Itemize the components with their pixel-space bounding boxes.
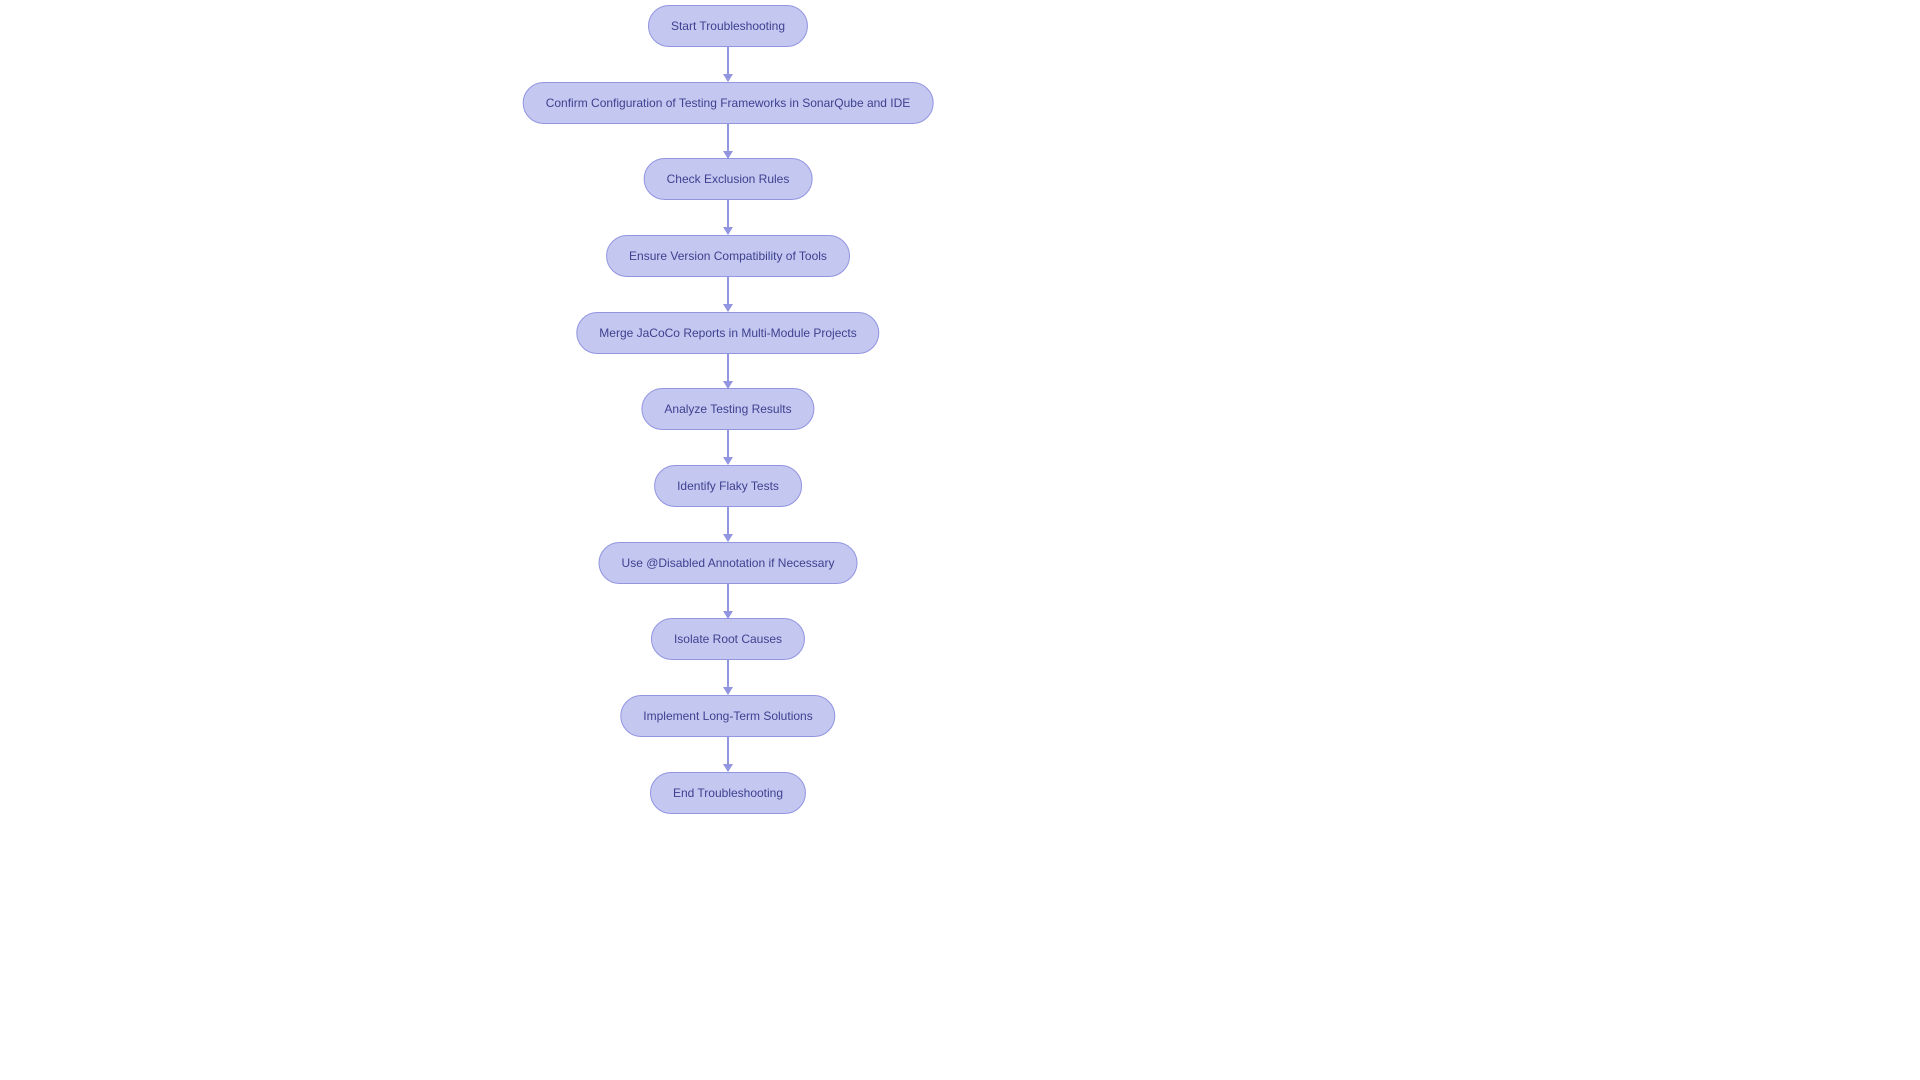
node-label: Ensure Version Compatibility of Tools — [629, 249, 827, 263]
node-label: Use @Disabled Annotation if Necessary — [622, 556, 835, 570]
flowchart-canvas: Start Troubleshooting Confirm Configurat… — [0, 0, 1920, 1080]
node-label: End Troubleshooting — [673, 786, 783, 800]
node-identify-flaky: Identify Flaky Tests — [654, 465, 802, 507]
node-version-compat: Ensure Version Compatibility of Tools — [606, 235, 850, 277]
node-label: Analyze Testing Results — [664, 402, 791, 416]
arrow — [727, 354, 729, 388]
arrow — [727, 47, 729, 81]
node-label: Identify Flaky Tests — [677, 479, 779, 493]
node-analyze-results: Analyze Testing Results — [641, 388, 814, 430]
arrow — [727, 737, 729, 771]
node-disabled-annotation: Use @Disabled Annotation if Necessary — [599, 542, 858, 584]
arrow — [727, 430, 729, 464]
node-label: Confirm Configuration of Testing Framewo… — [546, 96, 911, 110]
node-label: Start Troubleshooting — [671, 19, 785, 33]
node-confirm-config: Confirm Configuration of Testing Framewo… — [523, 82, 934, 124]
arrow — [727, 277, 729, 311]
node-label: Check Exclusion Rules — [667, 172, 790, 186]
node-merge-jacoco: Merge JaCoCo Reports in Multi-Module Pro… — [576, 312, 879, 354]
node-label: Isolate Root Causes — [674, 632, 782, 646]
arrow — [727, 124, 729, 158]
node-implement-solutions: Implement Long-Term Solutions — [620, 695, 835, 737]
node-start: Start Troubleshooting — [648, 5, 808, 47]
node-isolate-root: Isolate Root Causes — [651, 618, 805, 660]
node-end: End Troubleshooting — [650, 772, 806, 814]
node-label: Merge JaCoCo Reports in Multi-Module Pro… — [599, 326, 856, 340]
node-check-exclusion: Check Exclusion Rules — [644, 158, 813, 200]
arrow — [727, 200, 729, 234]
arrow — [727, 584, 729, 618]
arrow — [727, 507, 729, 541]
arrow — [727, 660, 729, 694]
node-label: Implement Long-Term Solutions — [643, 709, 812, 723]
